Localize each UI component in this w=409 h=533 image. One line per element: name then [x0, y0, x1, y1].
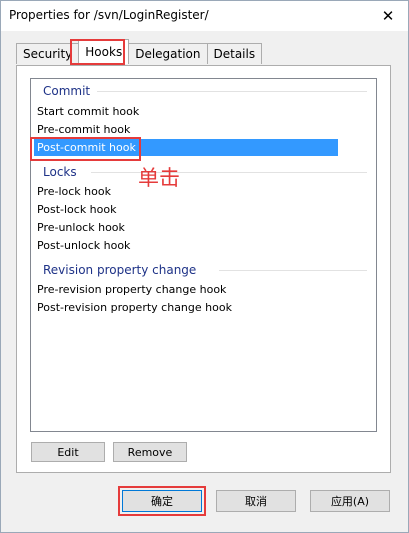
- ok-button[interactable]: 确定: [122, 490, 202, 512]
- tab-security[interactable]: Security: [16, 43, 80, 64]
- list-item-start-commit-hook[interactable]: Start commit hook: [34, 103, 338, 120]
- tab-strip: Security Hooks Delegation Details: [16, 39, 263, 64]
- cancel-button[interactable]: 取消: [216, 490, 296, 512]
- window-title: Properties for /svn/LoginRegister/: [9, 8, 209, 22]
- list-item-pre-unlock-hook[interactable]: Pre-unlock hook: [34, 219, 338, 236]
- close-icon[interactable]: ✕: [378, 7, 398, 25]
- group-divider: [219, 270, 367, 271]
- apply-button[interactable]: 应用(A): [310, 490, 390, 512]
- list-item-post-lock-hook[interactable]: Post-lock hook: [34, 201, 338, 218]
- list-item-pre-revision-property-change-hook[interactable]: Pre-revision property change hook: [34, 281, 338, 298]
- group-divider: [91, 172, 367, 173]
- hooks-panel: Commit Start commit hook Pre-commit hook…: [16, 65, 391, 473]
- list-item-post-commit-hook[interactable]: Post-commit hook: [34, 139, 338, 156]
- list-item-post-revision-property-change-hook[interactable]: Post-revision property change hook: [34, 299, 338, 316]
- list-item-post-unlock-hook[interactable]: Post-unlock hook: [34, 237, 338, 254]
- title-bar: Properties for /svn/LoginRegister/ ✕: [1, 1, 408, 31]
- group-header-commit: Commit: [43, 84, 91, 98]
- remove-button[interactable]: Remove: [113, 442, 187, 462]
- tab-details[interactable]: Details: [206, 43, 263, 64]
- list-item-pre-commit-hook[interactable]: Pre-commit hook: [34, 121, 338, 138]
- click-annotation-text: 单击: [138, 166, 180, 190]
- edit-button[interactable]: Edit: [31, 442, 105, 462]
- tab-delegation[interactable]: Delegation: [128, 43, 208, 64]
- group-header-revision-property-change: Revision property change: [43, 263, 197, 277]
- list-item-pre-lock-hook[interactable]: Pre-lock hook: [34, 183, 338, 200]
- group-divider: [97, 91, 367, 92]
- group-header-locks: Locks: [43, 165, 77, 179]
- hooks-list[interactable]: Commit Start commit hook Pre-commit hook…: [30, 78, 377, 432]
- tab-hooks[interactable]: Hooks: [78, 39, 130, 64]
